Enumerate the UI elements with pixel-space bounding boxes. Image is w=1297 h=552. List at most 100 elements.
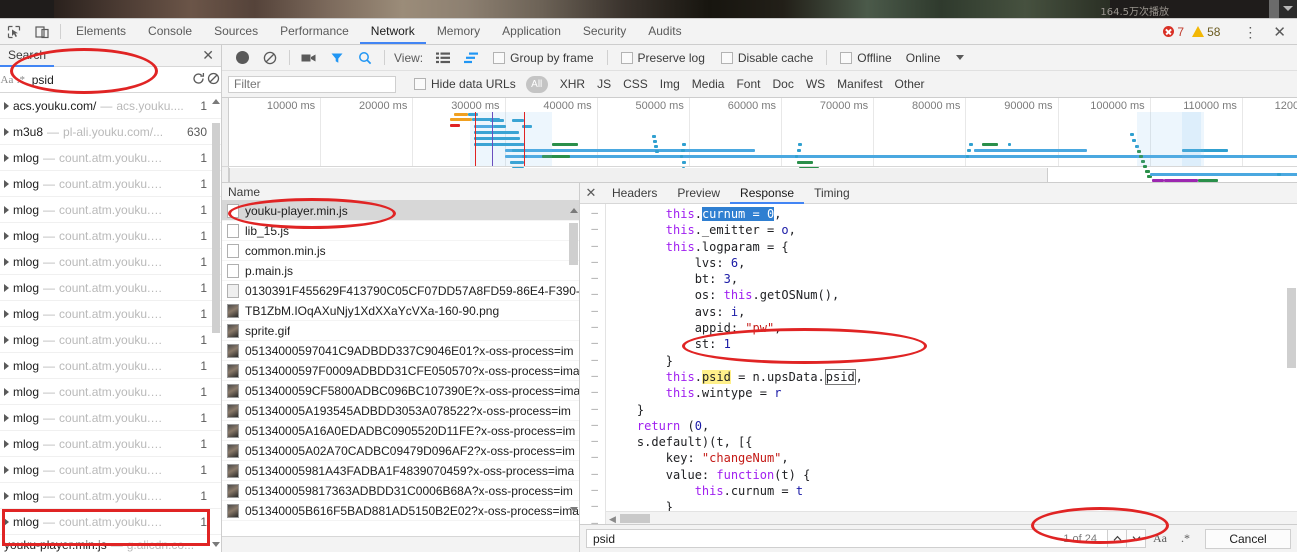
request-row[interactable]: 051340005A193545ADBDD3053A078522?x-oss-p…: [222, 401, 579, 421]
close-detail-icon[interactable]: ✕: [580, 183, 602, 203]
filter-type-img[interactable]: Img: [654, 77, 686, 91]
expand-caret-icon[interactable]: [4, 335, 9, 344]
request-list-header[interactable]: Name: [222, 183, 579, 201]
search-result-row[interactable]: mlog—count.atm.youku.com...1: [0, 509, 221, 535]
find-input-wrapper[interactable]: 1 of 24: [586, 529, 1108, 548]
search-result-row[interactable]: mlog—count.atm.youku.com...1: [0, 483, 221, 509]
funnel-icon[interactable]: [323, 51, 351, 65]
list-view-icon[interactable]: [429, 52, 457, 64]
search-result-row[interactable]: mlog—count.atm.youku.com...1: [0, 223, 221, 249]
tab-timing[interactable]: Timing: [804, 183, 860, 204]
search-scroll-up-icon[interactable]: [211, 95, 221, 107]
expand-caret-icon[interactable]: [4, 309, 9, 318]
code-vertical-scrollbar[interactable]: [1287, 288, 1296, 368]
request-row[interactable]: youku-player.min.js: [222, 201, 579, 221]
more-options-icon[interactable]: ⋮: [1236, 25, 1264, 39]
request-row[interactable]: sprite.gif: [222, 321, 579, 341]
waterfall-view-icon[interactable]: [457, 52, 485, 64]
find-match-case-toggle[interactable]: Aa: [1146, 531, 1174, 546]
request-row[interactable]: 05134000597041C9ADBDD337C9046E01?x-oss-p…: [222, 341, 579, 361]
search-result-row[interactable]: m3u8— pl-ali.youku.com/... 630: [0, 119, 221, 145]
search-result-row[interactable]: mlog—count.atm.youku.com...1: [0, 457, 221, 483]
camera-icon[interactable]: [295, 52, 323, 64]
code-horizontal-scrollbar[interactable]: ◀: [606, 511, 1297, 524]
request-row[interactable]: 051340005981A43FADBA1F4839070459?x-oss-p…: [222, 461, 579, 481]
expand-caret-icon[interactable]: [4, 491, 9, 500]
request-row[interactable]: TB1ZbM.IOqAXuNjy1XdXXaYcVXa-160-90.png: [222, 301, 579, 321]
cancel-button[interactable]: Cancel: [1205, 528, 1291, 549]
tab-application[interactable]: Application: [491, 19, 572, 44]
search-result-row[interactable]: mlog—count.atm.youku.com...1: [0, 145, 221, 171]
search-result-row[interactable]: acs.youku.com/— acs.youku.... 1: [0, 93, 221, 119]
request-row[interactable]: 051340005A16A0EDADBC0905520D11FE?x-oss-p…: [222, 421, 579, 441]
clear-icon[interactable]: [256, 51, 284, 65]
tab-console[interactable]: Console: [137, 19, 203, 44]
close-search-pane-icon[interactable]: ✕: [195, 47, 221, 64]
tab-preview[interactable]: Preview: [667, 183, 730, 204]
filter-type-other[interactable]: Other: [889, 77, 931, 91]
filter-type-media[interactable]: Media: [686, 77, 731, 91]
search-icon[interactable]: [351, 51, 379, 65]
request-row[interactable]: 051340005A02A70CADBC09479D096AF2?x-oss-p…: [222, 441, 579, 461]
device-toolbar-icon[interactable]: [28, 19, 56, 44]
group-by-frame-checkbox[interactable]: Group by frame: [485, 51, 601, 65]
find-input[interactable]: [591, 530, 1058, 547]
tab-sources[interactable]: Sources: [203, 19, 269, 44]
expand-caret-icon[interactable]: [4, 283, 9, 292]
code-body[interactable]: this.curnum = 0, this._emitter = o, this…: [606, 204, 1297, 524]
filter-type-all[interactable]: All: [525, 75, 548, 93]
find-previous-button[interactable]: [1107, 529, 1127, 548]
hide-data-urls-checkbox[interactable]: Hide data URLs: [406, 77, 524, 91]
preserve-log-checkbox[interactable]: Preserve log: [613, 51, 713, 65]
search-result-row[interactable]: mlog—count.atm.youku.com...1: [0, 379, 221, 405]
search-result-row[interactable]: mlog—count.atm.youku.com...1: [0, 353, 221, 379]
disable-cache-checkbox[interactable]: Disable cache: [713, 51, 821, 65]
filter-type-manifest[interactable]: Manifest: [831, 77, 888, 91]
request-scroll-down-icon[interactable]: [568, 502, 579, 516]
request-row[interactable]: 05134000597F0009ADBDD31CFE050570?x-oss-p…: [222, 361, 579, 381]
search-refresh-icon[interactable]: [191, 72, 206, 88]
request-rows-container[interactable]: youku-player.min.js lib_15.js common.min.j…: [222, 201, 579, 536]
filter-type-css[interactable]: CSS: [617, 77, 654, 91]
search-match-case-toggle[interactable]: Aa: [0, 74, 14, 86]
expand-caret-icon[interactable]: [4, 127, 9, 136]
network-overview[interactable]: 10000 ms 20000 ms 30000 ms 40000 ms 50000 ms…: [222, 98, 1297, 183]
tab-memory[interactable]: Memory: [426, 19, 491, 44]
expand-caret-icon[interactable]: [4, 387, 9, 396]
inspect-element-icon[interactable]: [0, 19, 28, 44]
search-scroll-down-icon[interactable]: [211, 538, 221, 550]
search-result-row[interactable]: mlog—count.atm.youku.com...1: [0, 405, 221, 431]
record-icon[interactable]: [228, 51, 256, 64]
tab-performance[interactable]: Performance: [269, 19, 360, 44]
offline-checkbox[interactable]: Offline: [832, 51, 899, 65]
request-row[interactable]: 0513400059CF5800ADBC096BC107390E?x-oss-p…: [222, 381, 579, 401]
search-result-row-highlighted[interactable]: youku-player.min.js — g.alicdn.co...: [0, 535, 221, 552]
error-count-badge[interactable]: 7: [1160, 25, 1187, 39]
filter-type-js[interactable]: JS: [591, 77, 617, 91]
overview-selection[interactable]: [229, 168, 1048, 182]
find-regex-toggle[interactable]: .*: [1174, 531, 1197, 546]
tab-audits[interactable]: Audits: [637, 19, 692, 44]
expand-caret-icon[interactable]: [4, 179, 9, 188]
expand-caret-icon[interactable]: [4, 101, 9, 110]
request-list-scrollbar[interactable]: [569, 223, 578, 265]
search-result-row[interactable]: mlog—count.atm.youku.com...1: [0, 171, 221, 197]
response-code-viewer[interactable]: ————————————————————— this.curnum = 0, t…: [580, 204, 1297, 524]
video-player-strip[interactable]: [54, 0, 1110, 18]
search-result-row[interactable]: mlog—count.atm.youku.com...1: [0, 249, 221, 275]
expand-caret-icon[interactable]: [4, 257, 9, 266]
search-result-row[interactable]: mlog—count.atm.youku.com...1: [0, 275, 221, 301]
request-row[interactable]: lib_15.js: [222, 221, 579, 241]
filter-input[interactable]: [228, 75, 396, 93]
throttling-select[interactable]: Online: [900, 51, 971, 65]
search-clear-icon[interactable]: [206, 72, 221, 88]
scroll-left-icon[interactable]: ◀: [609, 514, 616, 524]
tab-response[interactable]: Response: [730, 183, 805, 204]
search-result-row[interactable]: mlog—count.atm.youku.com...1: [0, 197, 221, 223]
filter-type-doc[interactable]: Doc: [766, 77, 799, 91]
filter-type-xhr[interactable]: XHR: [554, 77, 591, 91]
search-input[interactable]: [27, 72, 191, 87]
tab-security[interactable]: Security: [572, 19, 637, 44]
expand-caret-icon[interactable]: [4, 205, 9, 214]
tab-network[interactable]: Network: [359, 19, 426, 44]
